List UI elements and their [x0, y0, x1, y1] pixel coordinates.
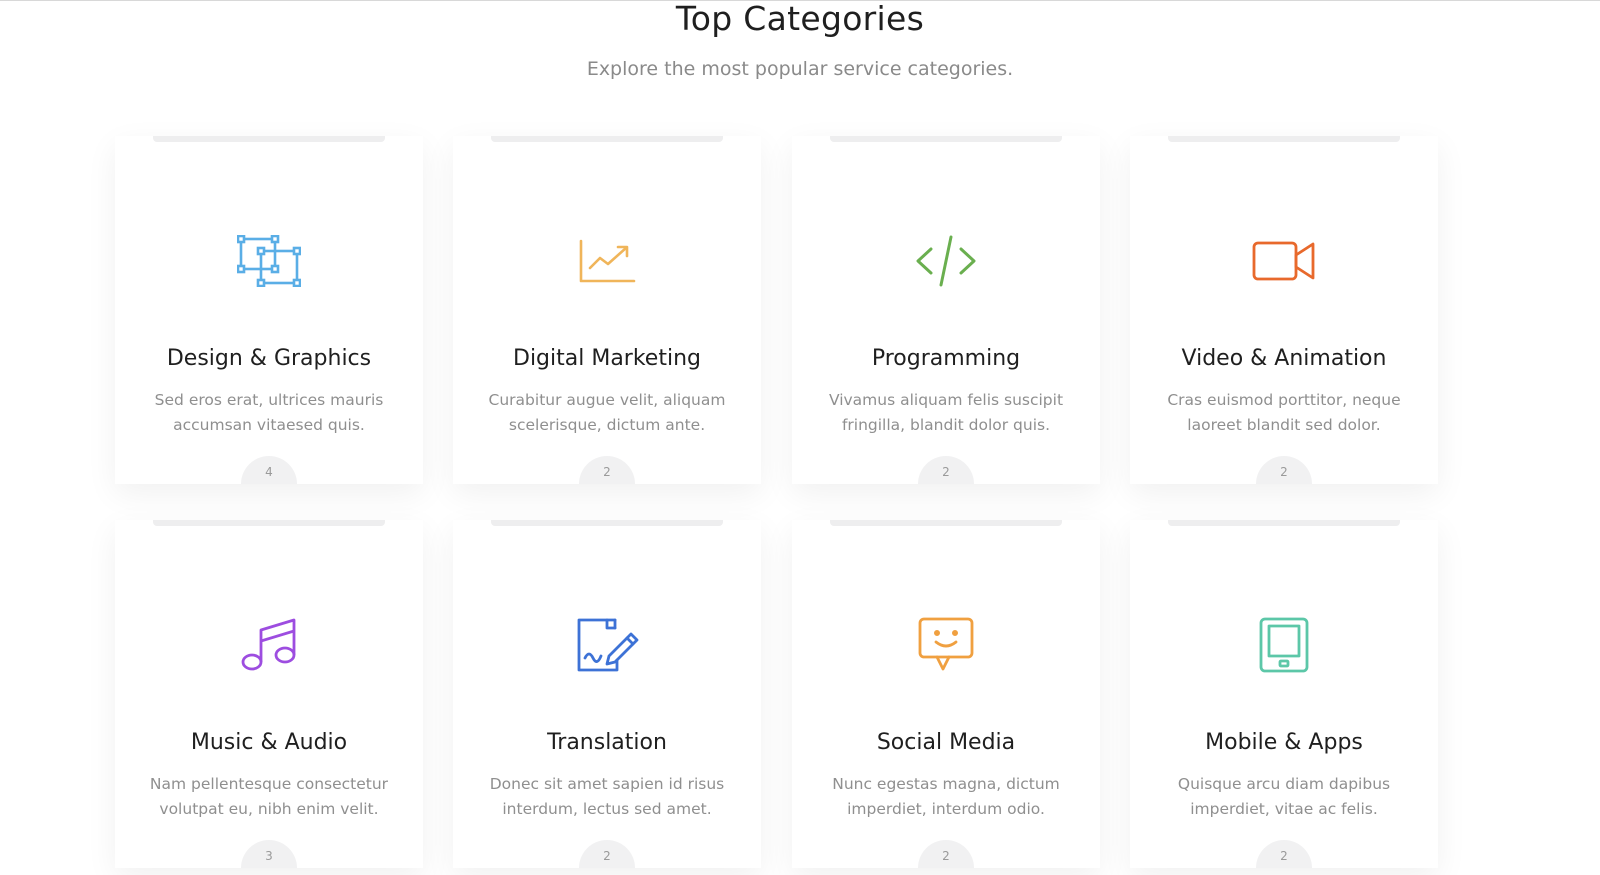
- category-name: Video & Animation: [1181, 346, 1387, 371]
- category-description: Cras euismod porttitor, neque laoreet bl…: [1167, 391, 1401, 434]
- category-name: Programming: [871, 346, 1021, 371]
- category-count-badge: 2: [918, 456, 974, 484]
- category-count-badge: 2: [579, 840, 635, 868]
- category-name: Digital Marketing: [513, 346, 701, 371]
- category-count-badge: 2: [918, 840, 974, 868]
- category-count-badge: 3: [241, 840, 297, 868]
- card-accent: [830, 520, 1062, 526]
- category-description: Vivamus aliquam felis suscipit fringilla…: [828, 391, 1064, 434]
- category-count-badge: 4: [241, 456, 297, 484]
- card-accent: [491, 136, 723, 142]
- category-description: Nunc egestas magna, dictum imperdiet, in…: [832, 775, 1060, 818]
- music-note-icon: [241, 618, 296, 671]
- category-count-badge: 2: [1256, 456, 1312, 484]
- category-card-programming[interactable]: Programming Vivamus aliquam felis suscip…: [792, 136, 1100, 484]
- category-name: Music & Audio: [190, 730, 348, 755]
- category-card-mobile-apps[interactable]: Mobile & Apps Quisque arcu diam dapibus …: [1130, 520, 1438, 868]
- category-description: Sed eros erat, ultrices mauris accumsan …: [154, 391, 384, 434]
- category-name: Mobile & Apps: [1205, 730, 1363, 755]
- category-count-badge: 2: [1256, 840, 1312, 868]
- design-graphics-icon: [237, 235, 301, 287]
- category-description: Nam pellentesque consectetur volutpat eu…: [149, 775, 389, 818]
- card-accent: [153, 520, 385, 526]
- category-description: Quisque arcu diam dapibus imperdiet, vit…: [1177, 775, 1391, 818]
- card-accent: [153, 136, 385, 142]
- section-subtitle: Explore the most popular service categor…: [586, 58, 1014, 80]
- chat-smile-icon: [918, 617, 974, 671]
- document-pen-icon: [577, 618, 639, 672]
- category-name: Social Media: [876, 730, 1016, 755]
- category-card-digital-marketing[interactable]: Digital Marketing Curabitur augue velit,…: [453, 136, 761, 484]
- card-accent: [1168, 520, 1400, 526]
- category-name: Translation: [547, 730, 667, 755]
- card-accent: [491, 520, 723, 526]
- category-card-translation[interactable]: Translation Donec sit amet sapien id ris…: [453, 520, 761, 868]
- category-card-social-media[interactable]: Social Media Nunc egestas magna, dictum …: [792, 520, 1100, 868]
- categories-section: Top Categories Explore the most popular …: [0, 0, 1600, 875]
- category-description: Donec sit amet sapien id risus interdum,…: [489, 775, 725, 818]
- section-title: Top Categories: [675, 0, 925, 38]
- chart-trend-icon: [579, 239, 636, 283]
- category-name: Design & Graphics: [166, 346, 372, 371]
- category-card-music-audio[interactable]: Music & Audio Nam pellentesque consectet…: [115, 520, 423, 868]
- category-description: Curabitur augue velit, aliquam scelerisq…: [488, 391, 726, 434]
- video-camera-icon: [1252, 241, 1315, 281]
- card-accent: [830, 136, 1062, 142]
- category-count-badge: 2: [579, 456, 635, 484]
- card-accent: [1168, 136, 1400, 142]
- tablet-icon: [1259, 617, 1309, 673]
- category-card-video-animation[interactable]: Video & Animation Cras euismod porttitor…: [1130, 136, 1438, 484]
- code-icon: [916, 235, 976, 287]
- category-card-design-graphics[interactable]: Design & Graphics Sed eros erat, ultrice…: [115, 136, 423, 484]
